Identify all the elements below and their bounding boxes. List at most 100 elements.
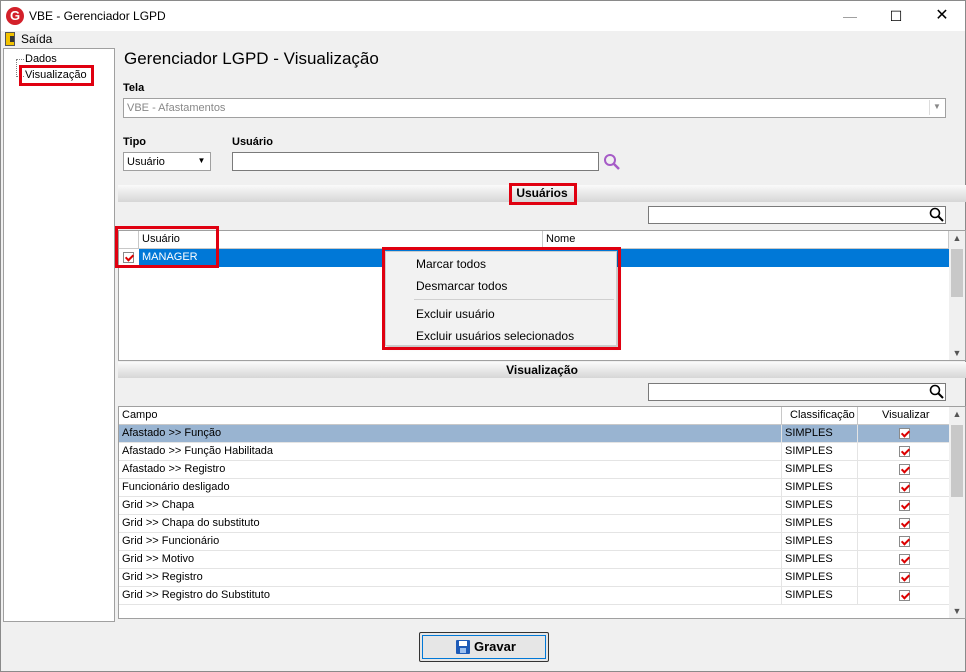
cell-classificacao: SIMPLES — [782, 479, 858, 497]
annotation-highlight — [115, 226, 219, 268]
cell-campo: Grid >> Chapa — [119, 497, 782, 515]
visualizar-checkbox[interactable] — [899, 482, 910, 493]
search-icon[interactable] — [929, 384, 944, 399]
view-grid: Campo Classificação Visualizar Afastado … — [118, 406, 966, 619]
search-icon[interactable] — [603, 153, 621, 171]
scroll-thumb[interactable] — [951, 249, 963, 297]
close-button[interactable]: ✕ — [919, 1, 965, 31]
table-row[interactable]: Afastado >> Função Habilitada SIMPLES — [119, 443, 949, 461]
tela-select[interactable]: VBE - Afastamentos ▼ — [123, 98, 946, 118]
view-grid-scrollbar[interactable]: ▲ ▼ — [949, 407, 965, 618]
usuario-input[interactable] — [232, 152, 599, 171]
cell-campo: Grid >> Chapa do substituto — [119, 515, 782, 533]
cell-classificacao: SIMPLES — [782, 551, 858, 569]
exit-door-icon[interactable] — [5, 32, 15, 46]
cell-campo: Grid >> Registro do Substituto — [119, 587, 782, 605]
save-button-label: Gravar — [474, 639, 516, 654]
menu-bar: Saída — [1, 31, 965, 47]
search-icon[interactable] — [929, 207, 944, 222]
visualizar-checkbox[interactable] — [899, 554, 910, 565]
view-section-title: Visualização — [506, 363, 578, 377]
cell-visualizar[interactable] — [858, 497, 949, 515]
tipo-select[interactable]: Usuário ▼ — [123, 152, 211, 171]
table-row[interactable]: Grid >> Chapa SIMPLES — [119, 497, 949, 515]
table-row[interactable]: Grid >> Chapa do substituto SIMPLES — [119, 515, 949, 533]
floppy-disk-icon — [456, 640, 470, 654]
tree-connector — [16, 59, 24, 60]
app-window: G VBE - Gerenciador LGPD — ☐ ✕ Saída Dad… — [0, 0, 966, 672]
visualizar-checkbox[interactable] — [899, 518, 910, 529]
scroll-down-icon[interactable]: ▼ — [949, 346, 965, 360]
visualizar-checkbox[interactable] — [899, 572, 910, 583]
tela-select-value: VBE - Afastamentos — [127, 102, 226, 114]
annotation-highlight — [382, 247, 621, 350]
cell-campo: Grid >> Registro — [119, 569, 782, 587]
chevron-down-icon[interactable]: ▼ — [929, 100, 944, 115]
column-header-campo[interactable]: Campo — [119, 407, 782, 425]
cell-campo: Grid >> Funcionário — [119, 533, 782, 551]
cell-classificacao: SIMPLES — [782, 515, 858, 533]
visualizar-checkbox[interactable] — [899, 536, 910, 547]
visualizar-checkbox[interactable] — [899, 428, 910, 439]
cell-visualizar[interactable] — [858, 425, 949, 443]
annotation-highlight — [19, 65, 94, 86]
app-logo-icon: G — [6, 7, 24, 25]
cell-campo: Grid >> Motivo — [119, 551, 782, 569]
column-header-visualizar[interactable]: Visualizar — [858, 407, 949, 425]
tela-label: Tela — [123, 82, 145, 94]
tipo-label: Tipo — [123, 136, 147, 148]
users-grid-scrollbar[interactable]: ▲ ▼ — [949, 231, 965, 360]
cell-visualizar[interactable] — [858, 515, 949, 533]
cell-campo: Afastado >> Função — [119, 425, 782, 443]
table-row[interactable]: Afastado >> Função SIMPLES — [119, 425, 949, 443]
cell-classificacao: SIMPLES — [782, 533, 858, 551]
cell-classificacao: SIMPLES — [782, 569, 858, 587]
tree-item-dados[interactable]: Dados — [25, 53, 57, 65]
table-row[interactable]: Grid >> Funcionário SIMPLES — [119, 533, 949, 551]
view-search-input[interactable] — [648, 383, 946, 401]
maximize-button[interactable]: ☐ — [873, 1, 919, 31]
table-row[interactable]: Grid >> Motivo SIMPLES — [119, 551, 949, 569]
scroll-down-icon[interactable]: ▼ — [949, 604, 965, 618]
cell-campo: Afastado >> Função Habilitada — [119, 443, 782, 461]
visualizar-checkbox[interactable] — [899, 500, 910, 511]
table-row[interactable]: Grid >> Registro do Substituto SIMPLES — [119, 587, 949, 605]
scroll-up-icon[interactable]: ▲ — [949, 231, 965, 245]
title-bar[interactable]: G VBE - Gerenciador LGPD — ☐ ✕ — [1, 1, 965, 31]
cell-visualizar[interactable] — [858, 551, 949, 569]
menu-exit[interactable]: Saída — [21, 32, 52, 46]
cell-campo: Funcionário desligado — [119, 479, 782, 497]
table-row[interactable]: Funcionário desligado SIMPLES — [119, 479, 949, 497]
table-row[interactable]: Afastado >> Registro SIMPLES — [119, 461, 949, 479]
cell-visualizar[interactable] — [858, 479, 949, 497]
minimize-button[interactable]: — — [827, 1, 873, 31]
scroll-up-icon[interactable]: ▲ — [949, 407, 965, 421]
cell-classificacao: SIMPLES — [782, 461, 858, 479]
scroll-thumb[interactable] — [951, 425, 963, 497]
visualizar-checkbox[interactable] — [899, 464, 910, 475]
visualizar-checkbox[interactable] — [899, 590, 910, 601]
view-grid-header: Campo Classificação Visualizar — [119, 407, 949, 425]
page-title: Gerenciador LGPD - Visualização — [124, 49, 379, 68]
cell-visualizar[interactable] — [858, 587, 949, 605]
window-title: VBE - Gerenciador LGPD — [29, 9, 166, 23]
annotation-highlight — [509, 183, 577, 205]
users-search-input[interactable] — [648, 206, 946, 224]
cell-classificacao: SIMPLES — [782, 497, 858, 515]
tipo-select-value: Usuário — [127, 156, 165, 168]
save-button[interactable]: Gravar — [419, 632, 549, 662]
cell-classificacao: SIMPLES — [782, 443, 858, 461]
visualizar-checkbox[interactable] — [899, 446, 910, 457]
table-row[interactable]: Grid >> Registro SIMPLES — [119, 569, 949, 587]
cell-visualizar[interactable] — [858, 533, 949, 551]
column-header-classificacao[interactable]: Classificação — [782, 407, 858, 425]
view-section-header: Visualização — [118, 362, 966, 378]
cell-visualizar[interactable] — [858, 443, 949, 461]
cell-classificacao: SIMPLES — [782, 425, 858, 443]
cell-visualizar[interactable] — [858, 569, 949, 587]
usuario-label: Usuário — [232, 136, 273, 148]
chevron-down-icon[interactable]: ▼ — [194, 154, 209, 169]
cell-campo: Afastado >> Registro — [119, 461, 782, 479]
cell-visualizar[interactable] — [858, 461, 949, 479]
cell-classificacao: SIMPLES — [782, 587, 858, 605]
